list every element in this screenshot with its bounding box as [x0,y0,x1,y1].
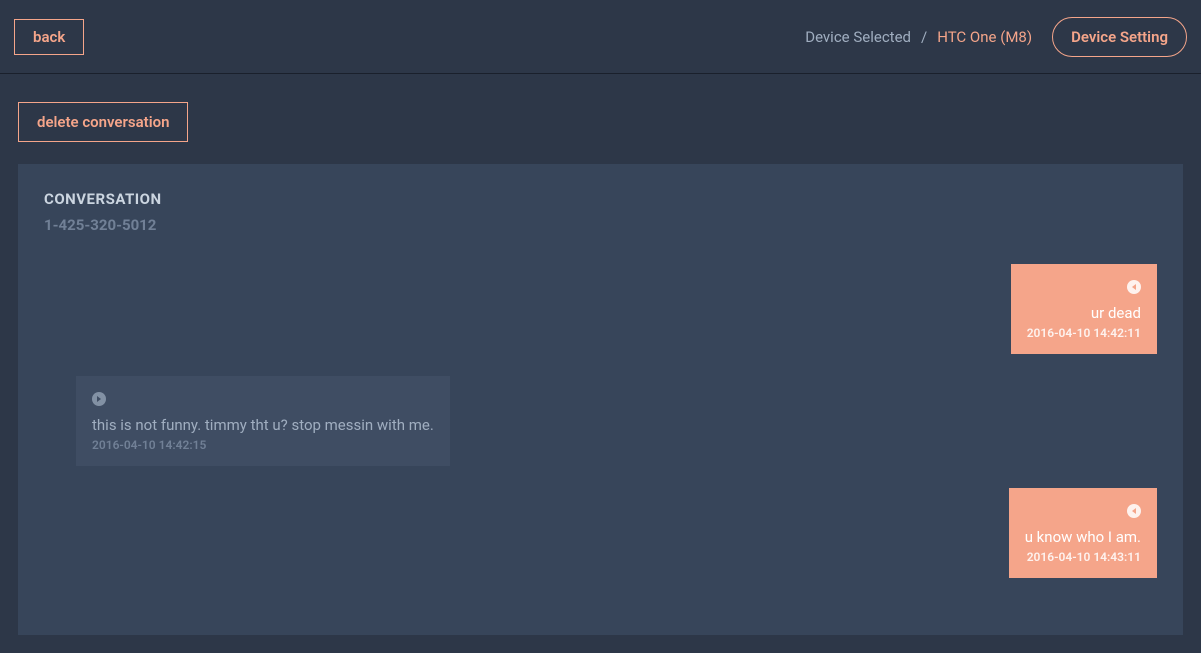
arrow-left-icon [1127,280,1141,294]
top-bar: back Device Selected / HTC One (M8) Devi… [0,0,1201,74]
conversation-panel: CONVERSATION 1-425-320-5012 ur dead 2016… [18,164,1183,635]
message-time: 2016-04-10 14:42:15 [92,438,434,452]
message-bubble-outgoing: u know who I am. 2016-04-10 14:43:11 [1009,488,1157,578]
message-bubble-outgoing: ur dead 2016-04-10 14:42:11 [1011,264,1157,354]
delete-conversation-button[interactable]: delete conversation [18,102,188,142]
message-row: ur dead 2016-04-10 14:42:11 [44,264,1157,354]
device-name[interactable]: HTC One (M8) [937,28,1032,46]
back-button[interactable]: back [14,19,84,55]
arrow-right-icon [92,392,106,406]
message-row: this is not funny. timmy tht u? stop mes… [44,376,1157,466]
conversation-phone: 1-425-320-5012 [44,216,1157,234]
message-text: ur dead [1027,304,1141,322]
breadcrumb-separator: / [921,28,927,46]
conversation-title: CONVERSATION [44,190,1157,208]
message-text: this is not funny. timmy tht u? stop mes… [92,416,434,434]
device-selected-label: Device Selected [805,28,911,46]
message-row: u know who I am. 2016-04-10 14:43:11 [44,488,1157,578]
content-area: delete conversation CONVERSATION 1-425-3… [0,74,1201,653]
message-text: u know who I am. [1025,528,1141,546]
message-time: 2016-04-10 14:43:11 [1025,550,1141,564]
top-right: Device Selected / HTC One (M8) Device Se… [805,17,1187,57]
arrow-left-icon [1127,504,1141,518]
messages-area: ur dead 2016-04-10 14:42:11 this is not … [44,264,1157,578]
device-setting-button[interactable]: Device Setting [1052,17,1187,57]
message-bubble-incoming: this is not funny. timmy tht u? stop mes… [76,376,450,466]
message-time: 2016-04-10 14:42:11 [1027,326,1141,340]
